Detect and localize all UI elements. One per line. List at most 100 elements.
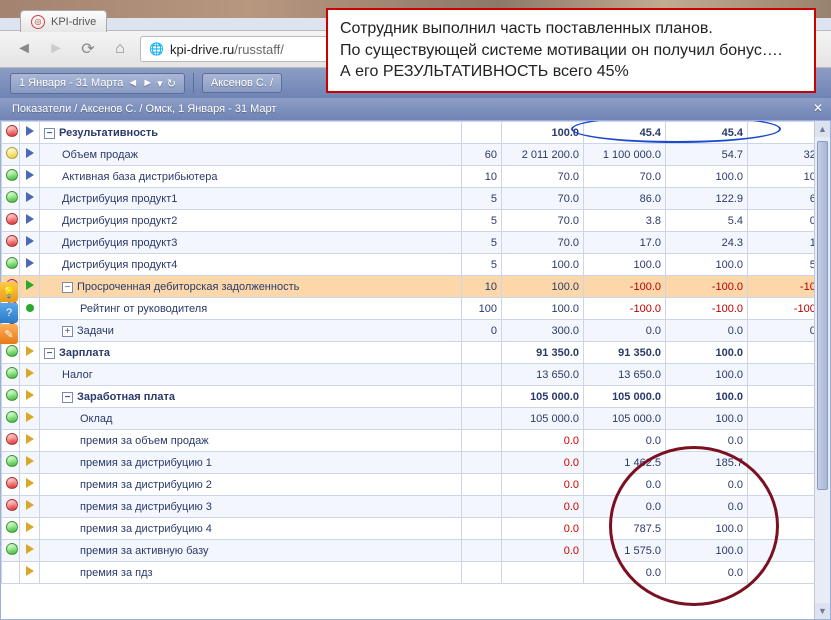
row-arrow[interactable] [20,276,40,298]
table-row[interactable]: премия за дистрибуцию 30.00.00.0 [2,496,830,518]
row-name[interactable]: Дистрибуция продукт4 [40,254,462,276]
table-row[interactable]: премия за пдз0.00.0 [2,562,830,584]
row-arrow[interactable] [20,298,40,320]
row-name[interactable]: Дистрибуция продукт1 [40,188,462,210]
row-name[interactable]: Дистрибуция продукт2 [40,210,462,232]
scroll-up-icon[interactable]: ▲ [815,121,830,137]
row-name[interactable]: Объем продаж [40,144,462,166]
table-row[interactable]: премия за дистрибуцию 10.01 462.5185.7 [2,452,830,474]
scroll-thumb[interactable] [817,141,828,490]
widget-help-icon[interactable]: ? [0,303,18,323]
back-button[interactable]: ◄ [12,37,36,61]
collapse-icon[interactable]: − [62,282,73,293]
row-arrow[interactable] [20,562,40,584]
cell-c2: 70.0 [502,166,584,188]
forward-button[interactable]: ► [44,37,68,61]
table-row[interactable]: премия за дистрибуцию 40.0787.5100.0 [2,518,830,540]
table-row[interactable]: Дистрибуция продукт3570.017.024.31.2 [2,232,830,254]
yellow-dot-icon [6,147,18,159]
row-name-text: Налог [62,369,93,381]
cell-c4: 5.4 [666,210,748,232]
row-arrow[interactable] [20,408,40,430]
cell-c1 [462,386,502,408]
cell-c3: -100.0 [584,276,666,298]
table-row[interactable]: Активная база дистрибьютера1070.070.0100… [2,166,830,188]
widget-edit-icon[interactable]: ✎ [0,324,18,344]
arrow-yellow-icon [26,478,34,488]
row-arrow[interactable] [20,474,40,496]
row-arrow[interactable] [20,166,40,188]
row-arrow[interactable] [20,496,40,518]
home-button[interactable]: ⌂ [108,37,132,61]
table-row[interactable]: +Задачи0300.00.00.00.0 [2,320,830,342]
table-row[interactable]: Объем продаж602 011 200.01 100 000.054.7… [2,144,830,166]
table-row[interactable]: премия за объем продаж0.00.00.0 [2,430,830,452]
row-name[interactable]: премия за активную базу [40,540,462,562]
date-range-button[interactable]: 1 Января - 31 Марта ◄ ► ▾ ↻ [10,73,185,94]
collapse-icon[interactable]: − [62,392,73,403]
browser-tab[interactable]: ◎ KPI-drive [20,10,107,32]
row-name[interactable]: −Просроченная дебиторская задолженность [40,276,462,298]
table-row[interactable]: −Просроченная дебиторская задолженность 1… [2,276,830,298]
row-arrow[interactable] [20,540,40,562]
table-row[interactable]: Рейтинг от руководителя100100.0-100.0-10… [2,298,830,320]
row-arrow[interactable] [20,386,40,408]
row-name[interactable]: Дистрибуция продукт3 [40,232,462,254]
user-button[interactable]: Аксенов С. / [202,73,282,93]
widget-bulb-icon[interactable]: 💡 [0,282,18,302]
table-row[interactable]: Дистрибуция продукт2570.03.85.40.3 [2,210,830,232]
row-name[interactable]: +Задачи [40,320,462,342]
table-row[interactable]: −Результативность100.045.445.4 [2,122,830,144]
row-arrow[interactable] [20,430,40,452]
row-arrow[interactable] [20,254,40,276]
row-arrow[interactable] [20,342,40,364]
annotation-line2: По существующей системе мотивации он пол… [340,40,802,62]
close-icon[interactable]: ✕ [813,101,823,115]
row-name-text: премия за дистрибуцию 4 [80,523,212,535]
row-arrow[interactable] [20,364,40,386]
row-arrow[interactable] [20,144,40,166]
table-row[interactable]: −Зарплата91 350.091 350.0100.0 [2,342,830,364]
cell-c3: 17.0 [584,232,666,254]
table-row[interactable]: Оклад105 000.0105 000.0100.0 [2,408,830,430]
collapse-icon[interactable]: − [44,128,55,139]
row-name[interactable]: премия за дистрибуцию 1 [40,452,462,474]
scrollbar-vertical[interactable]: ▲ ▼ [814,121,830,619]
table-row[interactable]: −Заработная плата105 000.0105 000.0100.0 [2,386,830,408]
table-row[interactable]: Налог13 650.013 650.0100.0 [2,364,830,386]
cell-c4: 100.0 [666,166,748,188]
row-arrow[interactable] [20,320,40,342]
row-name[interactable]: премия за дистрибуцию 3 [40,496,462,518]
table-row[interactable]: премия за активную базу0.01 575.0100.0 [2,540,830,562]
table-row[interactable]: Дистрибуция продукт1570.086.0122.96.1 [2,188,830,210]
row-name[interactable]: Активная база дистрибьютера [40,166,462,188]
expand-icon[interactable]: + [62,326,73,337]
row-name[interactable]: −Результативность [40,122,462,144]
row-arrow[interactable] [20,122,40,144]
row-name-text: премия за дистрибуцию 2 [80,479,212,491]
table-row[interactable]: премия за дистрибуцию 20.00.00.0 [2,474,830,496]
row-name[interactable]: премия за дистрибуцию 4 [40,518,462,540]
row-name[interactable]: −Заработная плата [40,386,462,408]
row-name[interactable]: Рейтинг от руководителя [40,298,462,320]
row-name[interactable]: премия за пдз [40,562,462,584]
cell-c2: 100.0 [502,276,584,298]
row-arrow[interactable] [20,210,40,232]
row-arrow[interactable] [20,232,40,254]
row-name[interactable]: Налог [40,364,462,386]
collapse-icon[interactable]: − [44,348,55,359]
row-arrow[interactable] [20,518,40,540]
table-row[interactable]: Дистрибуция продукт45100.0100.0100.05.0 [2,254,830,276]
scroll-down-icon[interactable]: ▼ [815,603,830,619]
reload-button[interactable]: ⟳ [76,37,100,61]
cell-c1 [462,496,502,518]
row-arrow[interactable] [20,188,40,210]
red-dot-icon [6,213,18,225]
row-name-text: премия за пдз [80,567,153,579]
row-name[interactable]: Оклад [40,408,462,430]
row-name[interactable]: премия за дистрибуцию 2 [40,474,462,496]
row-name[interactable]: премия за объем продаж [40,430,462,452]
row-arrow[interactable] [20,452,40,474]
row-name[interactable]: −Зарплата [40,342,462,364]
row-name-text: Просроченная дебиторская задолженность [77,281,299,293]
